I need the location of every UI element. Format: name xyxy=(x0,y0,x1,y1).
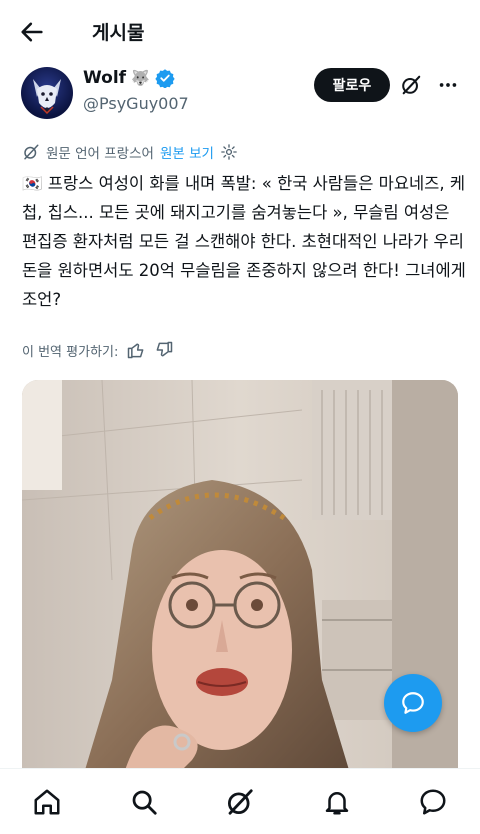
back-arrow-icon[interactable] xyxy=(18,18,46,46)
rate-translation-label: 이 번역 평가하기: xyxy=(22,344,119,360)
wolf-emoji: 🐺 xyxy=(131,69,150,87)
avatar[interactable] xyxy=(21,67,73,119)
verified-badge-icon xyxy=(155,69,175,88)
rate-translation: 이 번역 평가하기: xyxy=(22,340,174,360)
gear-icon[interactable] xyxy=(220,143,238,161)
thumbs-up-icon[interactable] xyxy=(126,340,146,360)
bottom-navigation xyxy=(0,768,480,834)
compose-message-icon xyxy=(402,692,424,714)
home-icon[interactable] xyxy=(32,787,62,817)
message-icon[interactable] xyxy=(418,787,448,817)
page-title: 게시물 xyxy=(92,22,145,44)
follow-button[interactable]: 팔로우 xyxy=(314,68,390,102)
grok-icon xyxy=(24,144,39,160)
author-handle[interactable]: @PsyGuy007 xyxy=(83,94,189,113)
top-bar: 게시물 xyxy=(0,0,480,62)
translation-info: 원문 언어 프랑스어 원본 보기 xyxy=(22,142,238,162)
thumbs-down-icon[interactable] xyxy=(154,340,174,360)
post-author: Wolf 🐺 @PsyGuy007 팔로우 xyxy=(0,62,480,128)
author-name[interactable]: Wolf xyxy=(83,68,126,88)
author-name-row[interactable]: Wolf 🐺 xyxy=(83,68,175,88)
wolf-avatar-image xyxy=(33,79,61,115)
show-original-link[interactable]: 원본 보기 xyxy=(160,142,214,162)
grok-icon[interactable] xyxy=(225,787,255,817)
more-icon[interactable] xyxy=(436,74,460,96)
translation-note: 원문 언어 프랑스어 xyxy=(46,146,154,162)
post-body: 프랑스 여성이 화를 내며 폭발: « 한국 사람들은 마요네즈, 케첩, 칩스… xyxy=(22,174,472,309)
post-text: 🇰🇷 프랑스 여성이 화를 내며 폭발: « 한국 사람들은 마요네즈, 케첩,… xyxy=(22,169,468,314)
bell-icon[interactable] xyxy=(322,787,352,817)
korea-flag-emoji: 🇰🇷 xyxy=(22,174,43,193)
grok-icon[interactable] xyxy=(400,74,422,96)
compose-message-button[interactable] xyxy=(384,674,442,732)
search-icon[interactable] xyxy=(129,787,159,817)
